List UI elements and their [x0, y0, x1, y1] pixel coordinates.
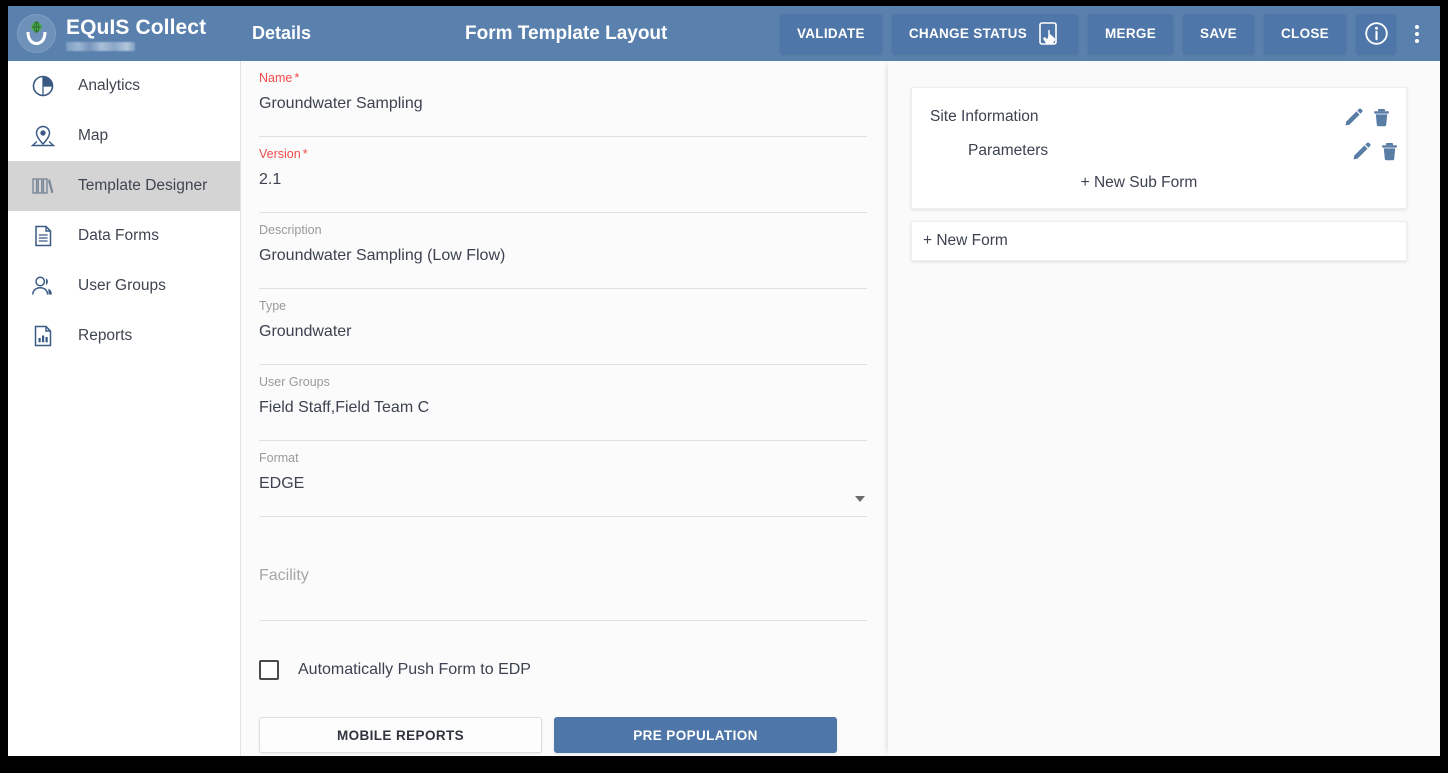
- save-button[interactable]: SAVE: [1183, 13, 1254, 54]
- new-form-button[interactable]: + New Form: [923, 232, 1008, 250]
- change-status-button[interactable]: CHANGE STATUS: [891, 13, 1078, 54]
- form-card: Site Information Parameters + New Sub Fo…: [911, 87, 1407, 209]
- form-tree-row-site-information[interactable]: Site Information: [912, 100, 1406, 134]
- merge-button-label: MERGE: [1105, 26, 1157, 41]
- chevron-down-icon[interactable]: [855, 496, 865, 502]
- sidebar-item-label: Map: [78, 127, 109, 144]
- brand-zone: EQuIS Collect: [8, 6, 240, 61]
- bar-chart-document-icon: [28, 324, 58, 348]
- user-groups-field[interactable]: User Groups Field Staff,Field Team C: [259, 365, 867, 441]
- application-window: EQuIS Collect Details Form Template Layo…: [8, 6, 1440, 756]
- format-select[interactable]: Format EDGE: [259, 441, 867, 517]
- sidebar-item-label: Template Designer: [78, 177, 208, 194]
- sidebar-nav: Analytics Map Template Designer Data For…: [8, 61, 241, 756]
- template-details-form: Name * Groundwater Sampling Version * 2.1 …: [241, 61, 887, 756]
- header-actions: VALIDATE CHANGE STATUS MERGE SAVE CLOSE: [770, 13, 1440, 54]
- header-section-label[interactable]: Details: [252, 23, 311, 44]
- brand-subtitle-redacted: [66, 41, 135, 51]
- auto-push-edp-row[interactable]: Automatically Push Form to EDP: [259, 657, 887, 683]
- users-icon: [28, 274, 58, 298]
- sidebar-item-user-groups[interactable]: User Groups: [8, 261, 240, 311]
- auto-push-edp-checkbox[interactable]: [259, 660, 279, 680]
- type-field-label: Type: [259, 299, 287, 313]
- close-button[interactable]: CLOSE: [1263, 13, 1346, 54]
- sidebar-item-label: Data Forms: [78, 227, 159, 244]
- pre-population-button[interactable]: PRE POPULATION: [554, 717, 837, 753]
- subform-name-label: Parameters: [968, 142, 1049, 159]
- form-tree-panel: Site Information Parameters + New Sub Fo…: [888, 61, 1440, 756]
- pie-chart-icon: [28, 74, 58, 98]
- document-icon: [28, 224, 58, 248]
- version-field-label: Version *: [259, 147, 308, 161]
- name-field-value: Groundwater Sampling: [259, 95, 423, 112]
- form-tree-row-parameters[interactable]: Parameters: [912, 134, 1406, 168]
- brand-title: EQuIS Collect: [66, 15, 207, 39]
- new-subform-button[interactable]: + New Sub Form: [1081, 174, 1198, 192]
- facility-field-label: [259, 527, 867, 542]
- form-row-actions: [1344, 107, 1390, 127]
- description-field-value: Groundwater Sampling (Low Flow): [259, 247, 506, 264]
- form-name-label: Site Information: [930, 108, 1039, 125]
- kebab-menu-icon[interactable]: [1402, 14, 1432, 54]
- facility-field[interactable]: Facility: [259, 517, 867, 621]
- sidebar-item-label: User Groups: [78, 277, 166, 294]
- sidebar-item-map[interactable]: Map: [8, 111, 240, 161]
- description-field[interactable]: Description Groundwater Sampling (Low Fl…: [259, 213, 867, 289]
- pencil-icon[interactable]: [1344, 107, 1363, 127]
- merge-button[interactable]: MERGE: [1088, 13, 1174, 54]
- new-form-card[interactable]: + New Form: [911, 221, 1407, 261]
- page-title: Form Template Layout: [465, 22, 668, 44]
- books-icon: [28, 174, 58, 198]
- description-field-label: Description: [259, 223, 322, 237]
- new-subform-row: + New Sub Form: [912, 168, 1406, 198]
- app-body: Analytics Map Template Designer Data For…: [8, 61, 1440, 756]
- form-action-buttons: MOBILE REPORTS PRE POPULATION: [259, 717, 887, 753]
- brand-text: EQuIS Collect: [66, 15, 207, 51]
- screenshot-frame: EQuIS Collect Details Form Template Layo…: [0, 0, 1448, 773]
- name-field[interactable]: Name * Groundwater Sampling: [259, 61, 867, 137]
- type-field-value: Groundwater: [259, 323, 352, 340]
- equis-logo-icon[interactable]: [17, 14, 56, 53]
- mobile-reports-button[interactable]: MOBILE REPORTS: [259, 717, 542, 753]
- info-button[interactable]: [1356, 13, 1396, 54]
- new-form-row: + New Form: [912, 232, 1008, 250]
- sidebar-item-label: Reports: [78, 327, 133, 344]
- sidebar-item-data-forms[interactable]: Data Forms: [8, 211, 240, 261]
- sidebar-item-reports[interactable]: Reports: [8, 311, 240, 361]
- user-groups-field-value: Field Staff,Field Team C: [259, 399, 430, 416]
- close-button-label: CLOSE: [1280, 26, 1329, 41]
- app-header: EQuIS Collect Details Form Template Layo…: [8, 6, 1440, 61]
- name-field-label: Name *: [259, 71, 300, 85]
- info-icon: [1364, 21, 1389, 46]
- map-pin-icon: [28, 124, 58, 148]
- change-status-button-label: CHANGE STATUS: [908, 26, 1027, 41]
- sidebar-item-template-designer[interactable]: Template Designer: [8, 161, 240, 211]
- type-field[interactable]: Type Groundwater: [259, 289, 867, 365]
- auto-push-edp-label: Automatically Push Form to EDP: [298, 661, 531, 678]
- user-groups-field-label: User Groups: [259, 375, 330, 389]
- sidebar-item-label: Analytics: [78, 77, 141, 94]
- validate-button[interactable]: VALIDATE: [779, 13, 882, 54]
- trash-icon[interactable]: [1373, 108, 1390, 127]
- tap-device-icon: [1039, 21, 1061, 46]
- trash-icon[interactable]: [1381, 142, 1398, 161]
- version-field[interactable]: Version * 2.1: [259, 137, 867, 213]
- format-select-label: Format: [259, 451, 299, 465]
- format-select-value: EDGE: [259, 475, 305, 492]
- facility-field-placeholder: Facility: [259, 567, 309, 584]
- sidebar-item-analytics[interactable]: Analytics: [8, 61, 240, 111]
- subform-row-actions: [1352, 141, 1398, 161]
- save-button-label: SAVE: [1200, 26, 1237, 41]
- validate-button-label: VALIDATE: [796, 26, 865, 41]
- pencil-icon[interactable]: [1352, 141, 1371, 161]
- version-field-value: 2.1: [259, 171, 282, 188]
